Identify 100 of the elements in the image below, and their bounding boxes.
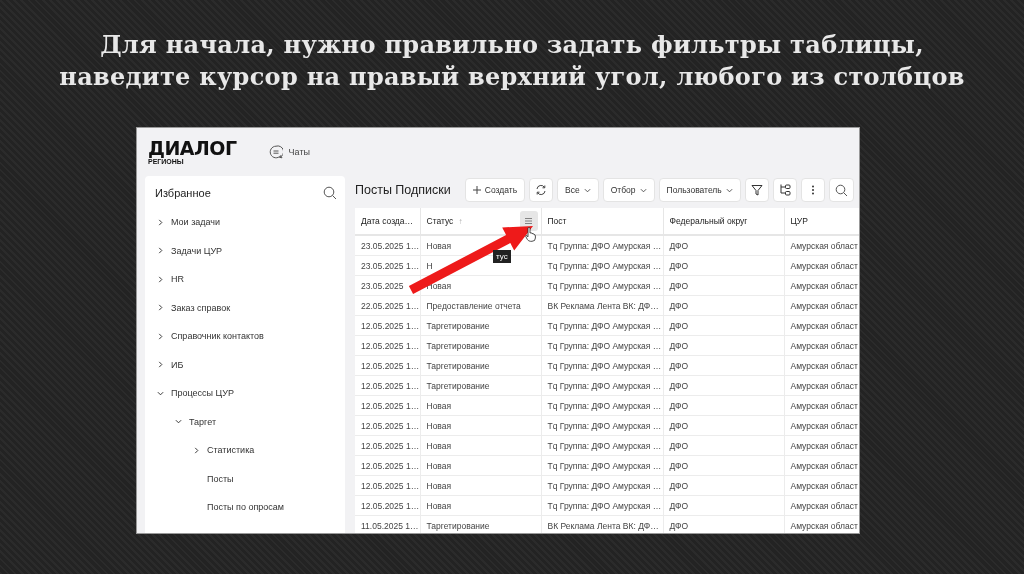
chevron-icon (193, 446, 200, 454)
plus-icon (472, 186, 481, 194)
table-cell: ДФО (669, 440, 689, 451)
chevron-icon (157, 389, 164, 397)
table-cell: 23.05.2025 1… (361, 260, 420, 271)
table-cell: Tq Группа: ДФО Амурская … (547, 320, 662, 331)
table-cell: ДФО (669, 280, 689, 291)
table-cell: ДФО (669, 420, 689, 431)
table-cell: Tq Группа: ДФО Амурская … (547, 240, 662, 251)
table-cell: Амурская област (790, 260, 858, 271)
menu-icon (525, 218, 532, 224)
table-cell: Tq Группа: ДФО Амурская … (547, 460, 662, 471)
hand-cursor-icon (525, 227, 536, 242)
column-header[interactable]: Федеральный округ (669, 216, 748, 226)
table-cell: 23.05.2025 1… (361, 240, 420, 251)
hierarchy-button[interactable] (772, 178, 797, 202)
table-cell: Tq Группа: ДФО Амурская … (547, 480, 662, 491)
table-cell: 12.05.2025 1… (361, 460, 420, 471)
table-cell: Новая (426, 500, 452, 511)
chat-icon (268, 145, 283, 159)
column-header[interactable]: Дата созда… (361, 216, 414, 226)
refresh-button[interactable] (529, 178, 554, 202)
tree-item[interactable]: Процессы ЦУР (171, 388, 234, 399)
table-cell: ДФО (669, 380, 689, 391)
table-cell: 12.05.2025 1… (361, 420, 420, 431)
sidebar-title: Избранное (154, 187, 211, 199)
logo: ДИАЛОГ (148, 139, 237, 158)
search-icon (834, 183, 848, 197)
table-cell: ДФО (669, 300, 689, 311)
table-cell: Tq Группа: ДФО Амурская … (547, 400, 662, 411)
column-header[interactable]: Пост (547, 216, 567, 226)
create-button[interactable]: Создать (464, 178, 526, 202)
table-cell: Новая (426, 420, 452, 431)
table-cell: Амурская област (790, 480, 858, 491)
refresh-icon (535, 184, 548, 196)
dropdown-button[interactable]: Пользователь (658, 178, 741, 202)
tree-item[interactable]: Таргет (189, 416, 217, 427)
tree-item[interactable]: Справочник контактов (171, 331, 264, 342)
table-cell: 12.05.2025 1… (361, 400, 420, 411)
filter-button[interactable] (744, 178, 769, 202)
dropdown-button[interactable]: Отбор (602, 178, 655, 202)
table-cell: 23.05.2025 (361, 280, 404, 291)
table-cell: Новая (426, 440, 452, 451)
tree-item[interactable]: Посты (207, 473, 234, 484)
table-cell: ДФО (669, 360, 689, 371)
table-cell: Tq Группа: ДФО Амурская … (547, 380, 662, 391)
table-cell: Амурская област (790, 340, 858, 351)
tree-item[interactable]: ИБ (171, 359, 184, 370)
page-title: Посты Подписки (355, 183, 451, 197)
table-cell: ДФО (669, 400, 689, 411)
tree-item[interactable]: Посты по опросам (207, 502, 285, 513)
table-cell: Tq Группа: ДФО Амурская … (547, 280, 662, 291)
slide-title: Для начала, нужно правильно задать фильтры таблицы, (100, 30, 924, 59)
table-cell: 12.05.2025 1… (361, 320, 420, 331)
chevron-icon (157, 247, 164, 255)
table-cell: 11.05.2025 1… (361, 520, 419, 531)
chevron-icon (157, 304, 164, 312)
table-cell: Tq Группа: ДФО Амурская … (547, 500, 662, 511)
table-cell: Н (426, 260, 433, 271)
search-icon[interactable] (323, 186, 337, 200)
chevron-icon (157, 218, 164, 226)
search-button[interactable] (828, 178, 854, 202)
chats-link[interactable]: Чаты (268, 145, 310, 159)
column-header[interactable]: ЦУР (790, 216, 808, 226)
caret-icon (639, 187, 647, 193)
table-cell: 12.05.2025 1… (361, 380, 420, 391)
table-cell: Амурская област (790, 440, 858, 451)
table-cell: Амурская област (790, 300, 858, 311)
table-cell: Tq Группа: ДФО Амурская … (547, 440, 662, 451)
table-cell: ДФО (669, 240, 689, 251)
table-cell: Tq Группа: ДФО Амурская … (547, 260, 662, 271)
tooltip: тус (493, 250, 511, 263)
table-cell: Амурская област (790, 420, 858, 431)
dropdown-button[interactable]: Все (557, 178, 599, 202)
table-cell: ДФО (669, 480, 689, 491)
table-cell: Амурская област (790, 240, 858, 251)
tree-item[interactable]: HR (171, 274, 184, 285)
table-cell: Таргетирование (426, 360, 490, 371)
table-cell: ДФО (669, 340, 689, 351)
table-cell: ДФО (669, 500, 689, 511)
table-cell: ДФО (669, 320, 689, 331)
tree-item[interactable]: Заказ справок (171, 302, 231, 313)
tree-item[interactable]: Задачи ЦУР (171, 245, 223, 256)
table-cell: Амурская област (790, 380, 858, 391)
table-cell: 12.05.2025 1… (361, 500, 420, 511)
table-cell: Таргетирование (426, 340, 490, 351)
table-cell: Таргетирование (426, 320, 490, 331)
sort-indicator: ↑ (458, 216, 463, 226)
chevron-icon (175, 418, 182, 426)
column-header[interactable]: Статус (426, 216, 454, 226)
table-cell: 12.05.2025 1… (361, 440, 420, 451)
chevron-icon (157, 361, 164, 369)
tree-item[interactable]: Мои задачи (171, 217, 221, 228)
hierarchy-icon (778, 184, 791, 196)
table-cell: Tq Группа: ДФО Амурская … (547, 340, 662, 351)
table-cell: Новая (426, 480, 452, 491)
table-cell: Новая (426, 400, 452, 411)
table-cell: Таргетирование (426, 380, 490, 391)
caret-icon (583, 187, 591, 193)
tree-item[interactable]: Статистика (207, 445, 255, 456)
